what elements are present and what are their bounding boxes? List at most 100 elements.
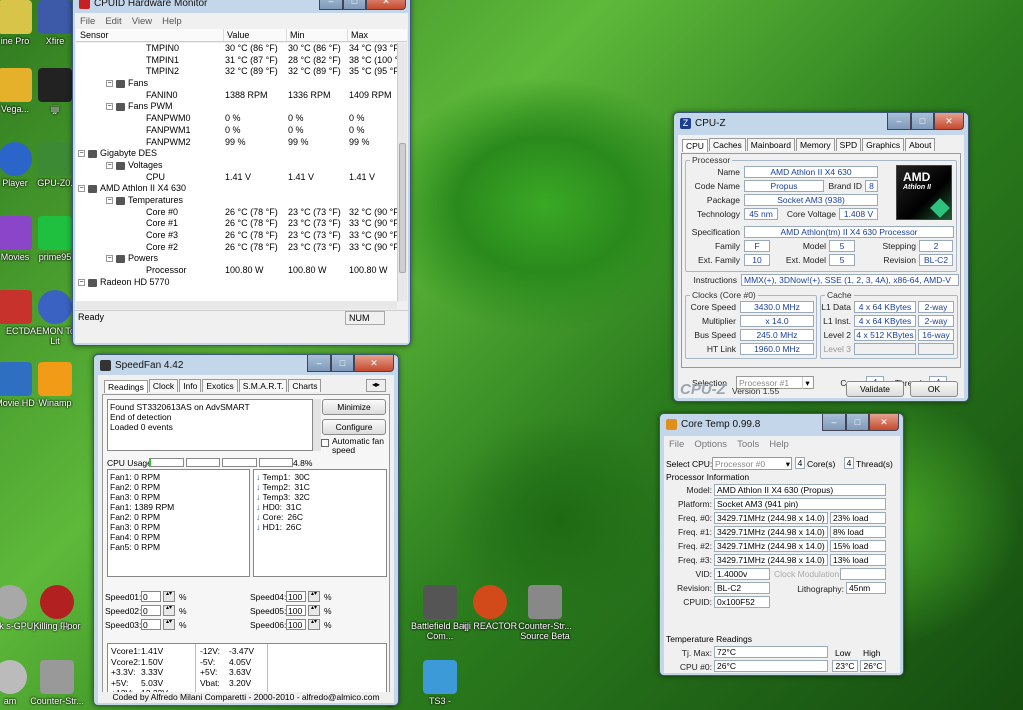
collapse-toggle-icon[interactable]: −	[78, 150, 85, 158]
vertical-scrollbar[interactable]	[397, 43, 407, 301]
sensor-row[interactable]: − Fans PWM	[76, 101, 397, 113]
tab-cpu[interactable]: CPU	[682, 139, 708, 152]
sensor-row[interactable]: Core #1 26 °C (78 °F) 23 °C (73 °F) 33 °C (…	[76, 218, 397, 230]
tab-graphics[interactable]: Graphics	[862, 138, 905, 151]
cpuz-version: Version 1.55	[732, 386, 780, 396]
sensor-max: 0 %	[349, 113, 365, 124]
col-value[interactable]: Value	[223, 29, 249, 41]
automatic-fan-speed-checkbox[interactable]	[321, 439, 329, 447]
sensor-row[interactable]: Core #0 26 °C (78 °F) 23 °C (73 °F) 32 °C (…	[76, 207, 397, 219]
desktop-icon-winamp[interactable]: Winamp	[20, 362, 90, 408]
collapse-toggle-icon[interactable]: −	[106, 196, 113, 204]
ext-family-value: 10	[744, 254, 770, 266]
sensor-row[interactable]: − Fans	[76, 78, 397, 90]
fan-reading: Fan5: 0 RPM	[110, 542, 161, 552]
speed-stepper[interactable]: ▴▾	[163, 605, 175, 616]
close-button[interactable]: ✕	[354, 355, 394, 372]
sensor-row[interactable]: − Powers	[76, 253, 397, 265]
collapse-toggle-icon[interactable]: −	[106, 103, 113, 111]
collapse-toggle-icon[interactable]: −	[106, 80, 113, 88]
close-button[interactable]: ✕	[934, 113, 964, 130]
sensor-row[interactable]: FANPWM2 99 % 99 % 99 %	[76, 137, 397, 149]
minimize-to-tray-button[interactable]: Minimize	[322, 399, 386, 415]
menu-edit[interactable]: Edit	[100, 16, 126, 27]
menu-help[interactable]: Help	[157, 16, 187, 27]
sensor-row[interactable]: Core #2 26 °C (78 °F) 23 °C (73 °F) 33 °C (…	[76, 242, 397, 254]
collapse-toggle-icon[interactable]: −	[106, 161, 113, 169]
tab-scroll-arrows[interactable]: ◂▸	[366, 379, 386, 392]
speed-input[interactable]: 100	[286, 605, 306, 616]
tab-exotics[interactable]: Exotics	[202, 379, 238, 392]
sensor-row[interactable]: FANPWM1 0 % 0 % 0 %	[76, 125, 397, 137]
sensor-row[interactable]: − Gigabyte DES	[76, 148, 397, 160]
speed-input[interactable]: 100	[286, 591, 306, 602]
tab-memory[interactable]: Memory	[795, 138, 835, 151]
sensor-row[interactable]: TMPIN2 32 °C (89 °F) 32 °C (89 °F) 35 °C (9…	[76, 66, 397, 78]
minimize-button[interactable]: –	[307, 355, 331, 372]
sensor-row[interactable]: TMPIN1 31 °C (87 °F) 28 °C (82 °F) 38 °C (1…	[76, 55, 397, 67]
sensor-row[interactable]: FANIN0 1388 RPM 1336 RPM 1409 RPM	[76, 90, 397, 102]
menu-options[interactable]: Options	[689, 439, 732, 450]
sensor-row[interactable]: Processor 100.80 W 100.80 W 100.80 W	[76, 265, 397, 277]
sensor-row[interactable]: − Temperatures	[76, 195, 397, 207]
col-max[interactable]: Max	[347, 29, 368, 41]
sensor-row[interactable]: − AMD Athlon II X4 630	[76, 183, 397, 195]
sensor-row[interactable]: − Voltages	[76, 160, 397, 172]
cpu-select[interactable]: Processor #0 ▾	[712, 457, 792, 470]
speed-stepper[interactable]: ▴▾	[308, 605, 320, 616]
speed-stepper[interactable]: ▴▾	[163, 619, 175, 630]
log-scrollbar[interactable]	[313, 399, 321, 451]
col-min[interactable]: Min	[286, 29, 305, 41]
minimize-button[interactable]: –	[887, 113, 911, 130]
tab-caches[interactable]: Caches	[708, 138, 746, 151]
tab-mainboard[interactable]: Mainboard	[746, 138, 795, 151]
configure-button[interactable]: Configure	[322, 419, 386, 435]
speed-stepper[interactable]: ▴▾	[308, 619, 320, 630]
tab-about[interactable]: About	[905, 138, 936, 151]
maximize-button[interactable]: □	[343, 0, 366, 10]
speed-input[interactable]: 0	[141, 605, 161, 616]
menu-view[interactable]: View	[127, 16, 157, 27]
tab-charts[interactable]: Charts	[288, 379, 322, 392]
desktop-icon-h[interactable]: H	[56, 622, 76, 632]
sensor-row[interactable]: CPU 1.41 V 1.41 V 1.41 V	[76, 172, 397, 184]
tab-info[interactable]: Info	[179, 379, 202, 392]
close-button[interactable]: ✕	[366, 0, 406, 10]
desktop-icon-counter-strike-beta[interactable]: Counter-Str... Source Beta	[510, 585, 580, 641]
speed-stepper[interactable]: ▴▾	[308, 591, 320, 602]
tab-spd[interactable]: SPD	[835, 138, 862, 151]
collapse-toggle-icon[interactable]: −	[106, 255, 113, 263]
close-button[interactable]: ✕	[869, 414, 899, 431]
desktop-icon-counter-strike[interactable]: Counter-Str...	[22, 660, 92, 706]
tab-clock[interactable]: Clock	[148, 379, 179, 392]
tab-smart[interactable]: S.M.A.R.T.	[238, 379, 288, 392]
speed-input[interactable]: 100	[286, 619, 306, 630]
speed-input[interactable]: 0	[141, 591, 161, 602]
menu-file[interactable]: File	[75, 16, 100, 27]
collapse-toggle-icon[interactable]: −	[78, 278, 85, 286]
sensor-row[interactable]: TMPIN0 30 °C (86 °F) 30 °C (86 °F) 34 °C (9…	[76, 43, 397, 55]
sensor-row[interactable]: FANPWM0 0 % 0 % 0 %	[76, 113, 397, 125]
menu-file[interactable]: File	[664, 439, 689, 450]
minimize-button[interactable]: –	[822, 414, 846, 431]
scroll-thumb[interactable]	[399, 143, 406, 273]
tab-readings[interactable]: Readings	[104, 380, 148, 393]
speed-stepper[interactable]: ▴▾	[163, 591, 175, 602]
maximize-button[interactable]: □	[846, 414, 869, 431]
horizontal-scrollbar[interactable]	[76, 301, 397, 309]
ok-button[interactable]: OK	[910, 381, 958, 397]
col-sensor[interactable]: Sensor	[80, 29, 109, 41]
validate-button[interactable]: Validate	[846, 381, 904, 397]
sensor-row[interactable]: Core #3 26 °C (78 °F) 23 °C (73 °F) 33 °C (…	[76, 230, 397, 242]
speed-input[interactable]: 0	[141, 619, 161, 630]
maximize-button[interactable]: □	[331, 355, 354, 372]
revision-value: BL-C2	[919, 254, 953, 266]
maximize-button[interactable]: □	[911, 113, 934, 130]
menu-help[interactable]: Help	[764, 439, 794, 450]
collapse-toggle-icon[interactable]: −	[78, 185, 85, 193]
menu-tools[interactable]: Tools	[732, 439, 764, 450]
sensor-row[interactable]: − Radeon HD 5770	[76, 277, 397, 289]
menu-bar: File Options Tools Help	[664, 436, 900, 452]
minimize-button[interactable]: –	[319, 0, 343, 10]
desktop-icon-ts3[interactable]: TS3 -	[405, 660, 475, 706]
